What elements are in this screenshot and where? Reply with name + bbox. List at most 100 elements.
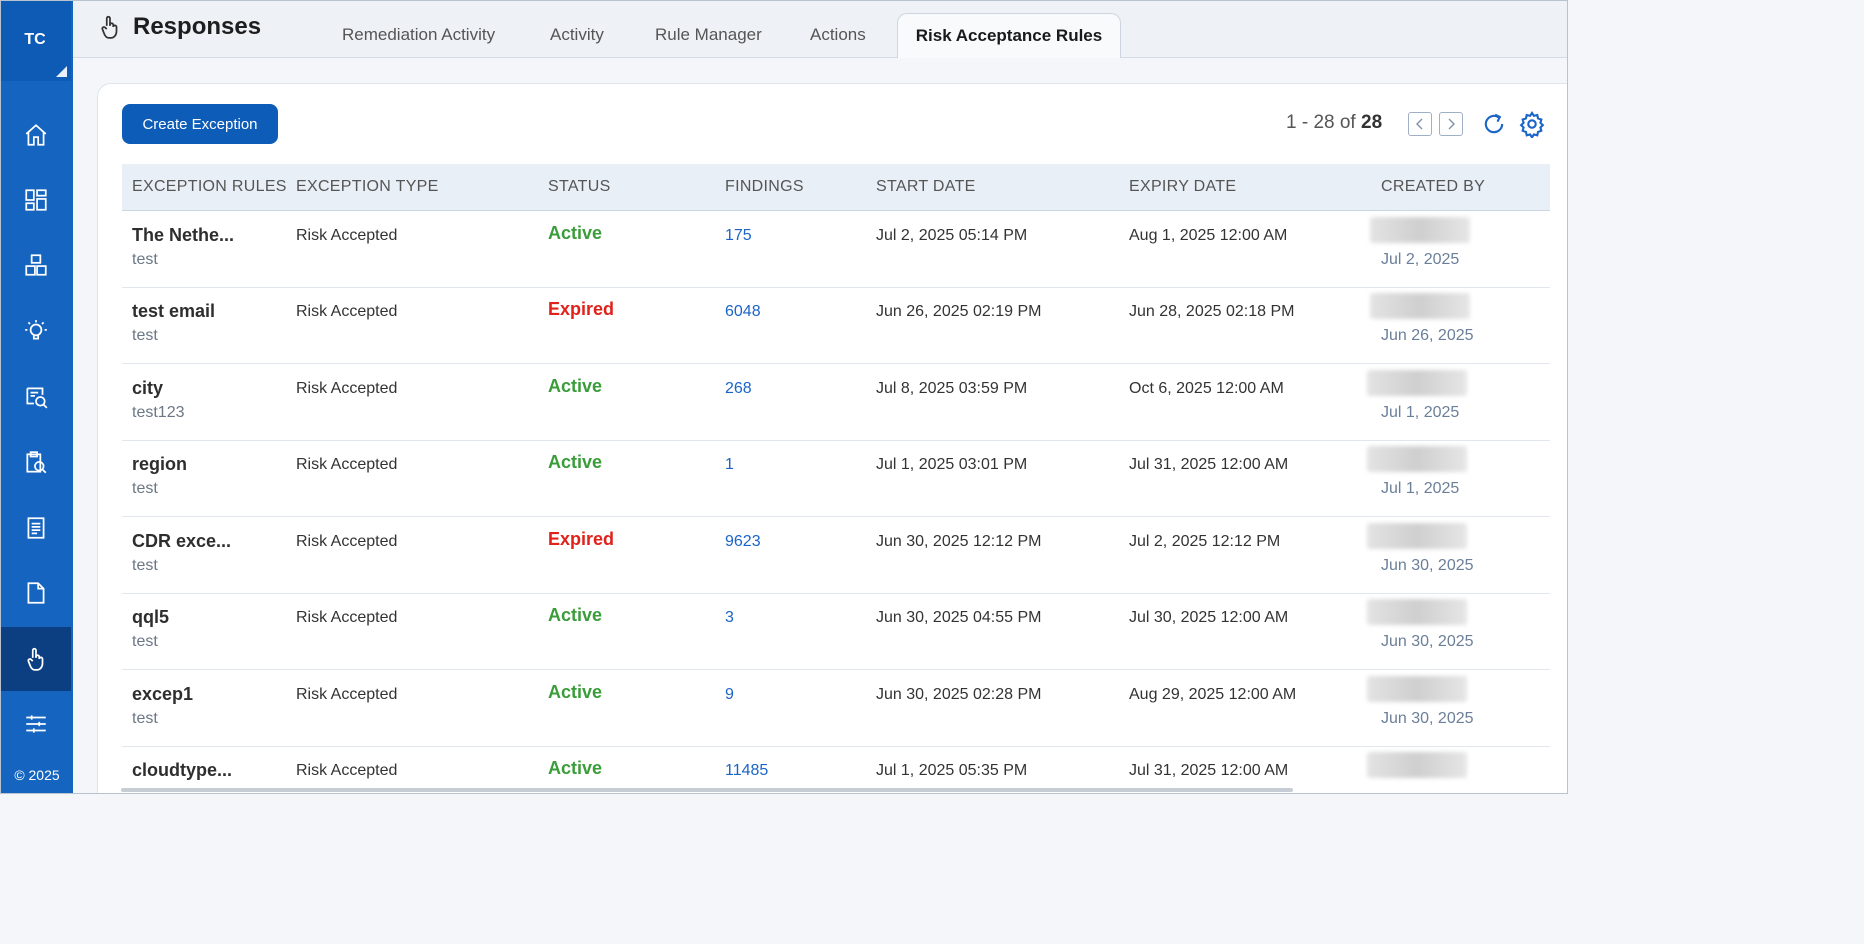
findings-link[interactable]: 6048 <box>725 303 761 321</box>
rule-name[interactable]: The Nethe... <box>132 225 234 246</box>
status-badge: Active <box>548 682 603 702</box>
sidebar: TC © 2025 <box>1 1 73 793</box>
findings-link[interactable]: 11485 <box>725 762 768 780</box>
inventory-icon <box>25 254 47 276</box>
table-header: EXCEPTION RULES EXCEPTION TYPE STATUS FI… <box>122 164 1550 211</box>
tab-activity[interactable]: Activity <box>550 13 604 57</box>
column-header-exception-rules[interactable]: EXCEPTION RULES <box>132 178 287 196</box>
table-row[interactable]: city test123 Risk Accepted Active 268 Ju… <box>122 364 1550 441</box>
page-title: Responses <box>133 13 262 40</box>
created-date: Jun 30, 2025 <box>1381 557 1474 574</box>
column-header-exception-type[interactable]: EXCEPTION TYPE <box>296 178 439 196</box>
start-date: Jun 30, 2025 12:12 PM <box>876 533 1042 550</box>
findings-link[interactable]: 1 <box>725 456 734 474</box>
exception-type: Risk Accepted <box>296 686 398 703</box>
expiry-date: Jul 30, 2025 12:00 AM <box>1129 609 1289 626</box>
status-badge: Active <box>548 223 603 243</box>
table-row[interactable]: test email test Risk Accepted Expired 60… <box>122 287 1550 364</box>
home-icon <box>25 124 47 146</box>
table-row[interactable]: qql5 test Risk Accepted Active 3 Jun 30,… <box>122 593 1550 670</box>
rule-name[interactable]: test email <box>132 301 215 322</box>
copyright-text: © 2025 <box>14 767 60 783</box>
sidebar-item-insights[interactable] <box>1 299 71 363</box>
findings-link[interactable]: 3 <box>725 609 734 627</box>
tab-actions[interactable]: Actions <box>810 13 866 57</box>
status-badge: Active <box>548 452 603 472</box>
sidebar-item-documents[interactable] <box>1 561 71 625</box>
created-date: Jun 30, 2025 <box>1381 710 1474 727</box>
column-header-start-date[interactable]: START DATE <box>876 178 976 196</box>
next-page-button[interactable] <box>1439 112 1463 136</box>
column-header-created-by[interactable]: CREATED BY <box>1381 178 1485 196</box>
expiry-date: Jun 28, 2025 02:18 PM <box>1129 303 1295 320</box>
sidebar-item-home[interactable] <box>1 103 71 167</box>
sidebar-item-settings[interactable] <box>1 692 71 756</box>
create-exception-button[interactable]: Create Exception <box>122 104 278 144</box>
table-row[interactable]: region test Risk Accepted Active 1 Jul 1… <box>122 440 1550 517</box>
start-date: Jul 2, 2025 05:14 PM <box>876 227 1028 244</box>
redacted-creator <box>1370 217 1470 243</box>
sidebar-item-audit[interactable] <box>1 431 71 495</box>
page-header: Responses Remediation Activity Activity … <box>73 1 1567 58</box>
gear-icon[interactable] <box>1518 110 1546 138</box>
rule-description: test <box>132 480 158 497</box>
findings-link[interactable]: 175 <box>725 227 752 245</box>
findings-link[interactable]: 268 <box>725 380 752 398</box>
table-row[interactable]: The Nethe... test Risk Accepted Active 1… <box>122 211 1550 288</box>
start-date: Jun 30, 2025 04:55 PM <box>876 609 1042 626</box>
sliders-icon <box>26 715 46 733</box>
redacted-creator <box>1367 446 1467 472</box>
redacted-creator <box>1367 370 1467 396</box>
rule-name[interactable]: city <box>132 378 163 399</box>
status-badge: Active <box>548 376 603 396</box>
rule-name[interactable]: qql5 <box>132 607 169 628</box>
redacted-creator <box>1367 752 1467 778</box>
hand-pointer-icon <box>27 647 44 671</box>
start-date: Jul 1, 2025 05:35 PM <box>876 762 1028 779</box>
rule-description: test123 <box>132 404 185 421</box>
table-row[interactable]: excep1 test Risk Accepted Active 9 Jun 3… <box>122 670 1550 747</box>
prev-page-button[interactable] <box>1408 112 1432 136</box>
tab-remediation-activity[interactable]: Remediation Activity <box>342 13 495 57</box>
findings-link[interactable]: 9 <box>725 686 734 704</box>
findings-link[interactable]: 9623 <box>725 533 761 551</box>
tab-rule-manager[interactable]: Rule Manager <box>655 13 762 57</box>
sidebar-item-reports[interactable] <box>1 496 71 560</box>
rule-name[interactable]: cloudtype... <box>132 760 232 781</box>
created-date: Jun 30, 2025 <box>1381 633 1474 650</box>
expiry-date: Jul 31, 2025 12:00 AM <box>1129 762 1289 779</box>
table-row[interactable]: cloudtype... Risk Accepted Active 11485 … <box>122 746 1550 793</box>
expiry-date: Jul 2, 2025 12:12 PM <box>1129 533 1281 550</box>
sidebar-item-findings[interactable] <box>1 365 71 429</box>
rule-name[interactable]: excep1 <box>132 684 193 705</box>
column-header-status[interactable]: STATUS <box>548 178 611 196</box>
tab-risk-acceptance-rules[interactable]: Risk Acceptance Rules <box>897 13 1121 58</box>
table-row[interactable]: CDR exce... test Risk Accepted Expired 9… <box>122 517 1550 594</box>
status-badge: Active <box>548 605 603 625</box>
rule-description: test <box>132 327 158 344</box>
redacted-creator <box>1367 599 1467 625</box>
user-initials: TC <box>24 31 46 48</box>
horizontal-scrollbar[interactable] <box>121 788 1293 792</box>
rule-name[interactable]: region <box>132 454 187 475</box>
status-badge: Expired <box>548 299 615 319</box>
exception-type: Risk Accepted <box>296 303 398 320</box>
search-list-icon <box>26 387 48 409</box>
created-date: Jul 1, 2025 <box>1381 480 1460 497</box>
pagination-text: 1 - 28 of 28 <box>1286 112 1382 134</box>
rule-name[interactable]: CDR exce... <box>132 531 231 552</box>
created-date: Jul 1, 2025 <box>1381 404 1460 421</box>
pagination-range: 1 - 28 of <box>1286 112 1356 133</box>
dashboard-icon <box>25 189 47 211</box>
sidebar-item-responses[interactable] <box>1 627 71 691</box>
user-menu[interactable]: TC <box>1 1 71 81</box>
pagination-total: 28 <box>1361 112 1383 133</box>
sidebar-item-inventory[interactable] <box>1 233 71 297</box>
column-header-expiry-date[interactable]: EXPIRY DATE <box>1129 178 1236 196</box>
column-header-findings[interactable]: FINDINGS <box>725 178 804 196</box>
created-date: Jul 2, 2025 <box>1381 251 1460 268</box>
sidebar-item-dashboard[interactable] <box>1 168 71 232</box>
status-badge: Expired <box>548 529 615 549</box>
rule-description: test <box>132 251 158 268</box>
refresh-icon[interactable] <box>1480 110 1508 138</box>
